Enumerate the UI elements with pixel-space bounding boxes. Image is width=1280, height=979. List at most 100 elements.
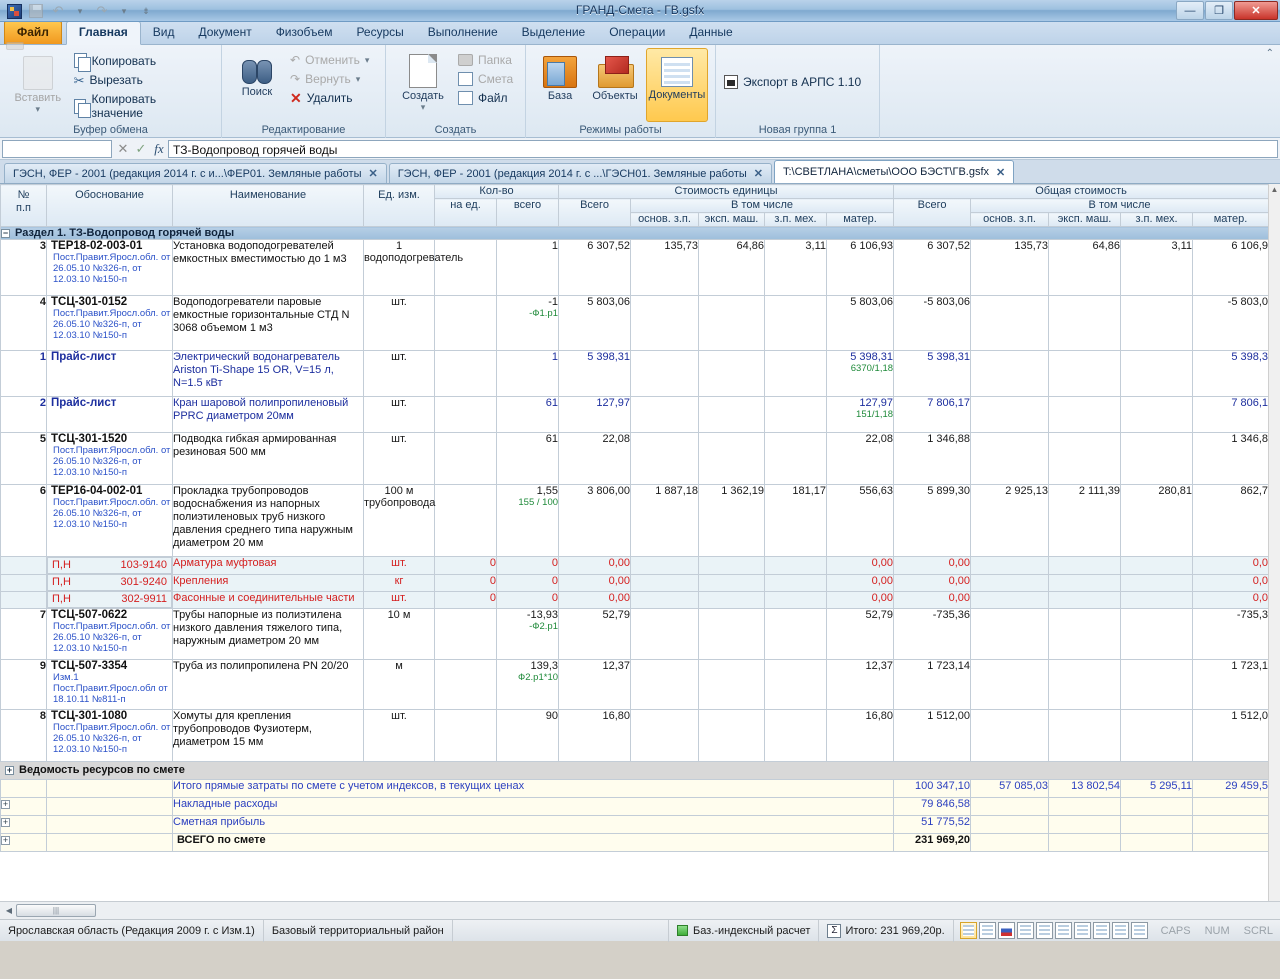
copy-value-button[interactable]: Копировать значение: [72, 91, 215, 121]
flag-icon[interactable]: [997, 922, 1015, 939]
undo-dropdown-icon[interactable]: ▾: [365, 55, 370, 66]
formula-cancel-icon[interactable]: ✕: [114, 141, 132, 157]
window-controls[interactable]: — ❐ ✕: [1176, 1, 1278, 20]
th-total-osnov-zp[interactable]: основ. з.п.: [970, 212, 1050, 227]
coins-icon[interactable]: [1092, 922, 1110, 939]
total-expander-cell[interactable]: [0, 779, 47, 798]
th-obshaya-stoimost[interactable]: Общая стоимость: [893, 184, 1270, 199]
copy-button[interactable]: Копировать: [72, 52, 215, 72]
mode-objects-button[interactable]: Объекты: [588, 48, 642, 102]
total-expander-cell[interactable]: +: [0, 833, 47, 852]
cut-button[interactable]: ✂ Вырезать: [72, 72, 215, 88]
table-row[interactable]: 3 ТЕР18-02-003-01 Пост.Правит.Яросл.обл.…: [0, 239, 1270, 296]
clock-icon[interactable]: [1035, 922, 1053, 939]
section-cell[interactable]: − Раздел 1. ТЗ-Водопровод горячей воды: [0, 226, 1270, 240]
total-expander-cell[interactable]: +: [0, 815, 47, 834]
th-stoimost-edinicy[interactable]: Стоимость единицы: [558, 184, 895, 199]
total-row[interactable]: + Накладные расходы 79 846,58: [0, 797, 1270, 816]
section-expander-icon[interactable]: −: [1, 228, 10, 238]
scroll-up-icon[interactable]: ▲: [1269, 184, 1280, 196]
calc-icon[interactable]: [1130, 922, 1148, 939]
th-unit-zp-meh[interactable]: з.п. мех.: [764, 212, 828, 227]
tab-execution[interactable]: Выполнение: [416, 22, 510, 44]
doc-tab-fer01-close-icon[interactable]: ✕: [369, 167, 378, 180]
grid-view-icon[interactable]: [959, 922, 977, 939]
tab-physvolume[interactable]: Физобъем: [264, 22, 345, 44]
th-vsego-kol[interactable]: всего: [495, 198, 560, 227]
ribbon-tabs[interactable]: Файл Главная Вид Документ Физобъем Ресур…: [0, 21, 1280, 45]
estimate-grid[interactable]: № п.п Обоснование Наименование Ед. изм. К…: [0, 184, 1280, 901]
vertical-scrollbar[interactable]: ▲: [1268, 184, 1280, 901]
th-total-v-tom-chisle[interactable]: В том числе: [970, 198, 1270, 213]
table-view-icon[interactable]: [978, 922, 996, 939]
total-expander-icon[interactable]: +: [1, 836, 10, 845]
th-unit-v-tom-chisle[interactable]: В том числе: [630, 198, 895, 213]
name-box-input[interactable]: [2, 139, 112, 158]
status-calc-mode[interactable]: Баз.-индексный расчет: [669, 919, 820, 942]
paste-dropdown-icon[interactable]: ▾: [36, 104, 41, 115]
resource-sheet-expander-icon[interactable]: +: [5, 765, 14, 775]
arps-export-button[interactable]: Экспорт в АРПС 1.10: [722, 74, 866, 90]
th-obosnovanie[interactable]: Обоснование: [46, 184, 173, 227]
tab-data[interactable]: Данные: [677, 22, 744, 44]
horizontal-scrollbar[interactable]: ◀ |||: [0, 901, 1280, 919]
total-expander-icon[interactable]: +: [1, 800, 10, 809]
table-row[interactable]: 1 Прайс-лист Электрический водонагревате…: [0, 350, 1270, 397]
create-button[interactable]: Создать ▾: [392, 48, 454, 113]
total-row[interactable]: Итого прямые затраты по смете с учетом и…: [0, 779, 1270, 798]
maximize-button[interactable]: ❐: [1205, 1, 1233, 20]
total-row[interactable]: + Сметная прибыль 51 775,52: [0, 815, 1270, 834]
tab-selection[interactable]: Выделение: [510, 22, 598, 44]
create-dropdown-icon[interactable]: ▾: [421, 102, 426, 113]
total-expander-cell[interactable]: +: [0, 797, 47, 816]
table-row[interactable]: П,Н 302-9911 Фасонные и соединительные ч…: [0, 590, 1270, 609]
total-row[interactable]: + ВСЕГО по смете 231 969,20: [0, 833, 1270, 852]
table-row[interactable]: 9 ТСЦ-507-3354 Изм.1 Пост.Правит.Яросл.о…: [0, 659, 1270, 710]
resource-sheet-cell[interactable]: + Ведомость ресурсов по смете: [0, 761, 895, 780]
pencil-icon[interactable]: [1073, 922, 1091, 939]
redo-dropdown-icon[interactable]: ▾: [356, 74, 361, 85]
chart-icon[interactable]: [1111, 922, 1129, 939]
total-expander-icon[interactable]: +: [1, 818, 10, 827]
ribbon-collapse-icon[interactable]: ⌃: [1266, 48, 1274, 59]
th-naimenovanie[interactable]: Наименование: [172, 184, 364, 227]
tab-resources[interactable]: Ресурсы: [344, 22, 415, 44]
delete-button[interactable]: ✕ Удалить: [288, 90, 374, 106]
new-file-button[interactable]: Файл: [456, 90, 518, 106]
table-row[interactable]: П,Н 301-9240 Крепления кг 0 0 0,00 0,00 …: [0, 573, 1270, 592]
doc-tab-gv-gsfx[interactable]: T:\СВЕТЛАНА\сметы\ООО БЭСТ\ГВ.gsfx ✕: [774, 160, 1015, 183]
undo-button[interactable]: ↶ Отменить ▾: [288, 52, 374, 68]
doc-tab-fer01[interactable]: ГЭСН, ФЕР - 2001 (редакция 2014 г. с и..…: [4, 163, 387, 183]
th-total-zp-meh[interactable]: з.п. мех.: [1120, 212, 1194, 227]
th-kolvo[interactable]: Кол-во: [433, 184, 560, 199]
mode-documents-button[interactable]: Документы: [646, 48, 708, 122]
table-row[interactable]: 8 ТСЦ-301-1080 Пост.Правит.Яросл.обл. от…: [0, 709, 1270, 762]
insert-function-icon[interactable]: fx: [150, 141, 168, 157]
th-total-eksp-mash[interactable]: эксп. маш.: [1048, 212, 1122, 227]
doc-tab-gesn01-close-icon[interactable]: ✕: [754, 167, 763, 180]
th-na-ed[interactable]: на ед.: [434, 198, 497, 227]
scroll-left-icon[interactable]: ◀: [2, 906, 16, 915]
th-total-mater[interactable]: матер.: [1192, 212, 1270, 227]
th-unit-vsego[interactable]: Всего: [558, 198, 632, 227]
status-mini-icons[interactable]: [954, 922, 1154, 939]
table-row[interactable]: 7 ТСЦ-507-0622 Пост.Правит.Яросл.обл. от…: [0, 608, 1270, 660]
redo-button[interactable]: ↷ Вернуть ▾: [288, 71, 374, 87]
paste-button[interactable]: Вставить ▾: [6, 48, 70, 115]
tab-operations[interactable]: Операции: [597, 22, 677, 44]
close-button[interactable]: ✕: [1234, 1, 1278, 20]
doc-tab-gv-gsfx-close-icon[interactable]: ✕: [996, 166, 1005, 179]
th-np[interactable]: № п.п: [0, 184, 47, 227]
search-button[interactable]: Поиск: [228, 48, 286, 98]
mode-database-button[interactable]: База: [536, 48, 584, 102]
th-ed-izm[interactable]: Ед. изм.: [363, 184, 435, 227]
tab-view[interactable]: Вид: [141, 22, 187, 44]
tab-home[interactable]: Главная: [65, 21, 141, 45]
th-unit-mater[interactable]: матер.: [826, 212, 895, 227]
tsn-icon[interactable]: [1016, 922, 1034, 939]
table-row[interactable]: 5 ТСЦ-301-1520 Пост.Правит.Яросл.обл. от…: [0, 432, 1270, 485]
tab-document[interactable]: Документ: [186, 22, 263, 44]
formula-accept-icon[interactable]: ✓: [132, 141, 150, 157]
tab-file[interactable]: Файл: [4, 21, 62, 44]
formula-input[interactable]: ТЗ-Водопровод горячей воды: [168, 139, 1278, 158]
